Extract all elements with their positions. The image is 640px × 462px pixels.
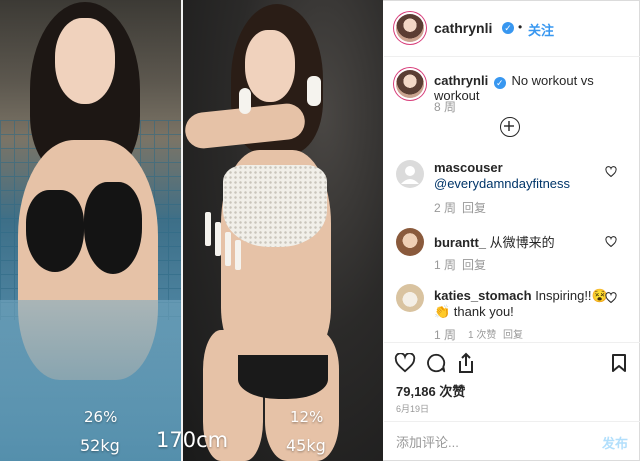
photo-before-panel	[0, 0, 181, 461]
comment-input[interactable]	[394, 432, 588, 452]
comment-time: 1 周	[434, 328, 457, 342]
height-label: 170cm	[156, 428, 229, 452]
fringe-tassel	[205, 212, 211, 246]
fringe-tassel	[215, 222, 221, 256]
comment-mention-link[interactable]: @everydamndayfitness	[434, 176, 570, 191]
like-comment-heart-icon[interactable]	[605, 292, 617, 304]
caption-time: 8 周	[434, 100, 457, 114]
comment-like-count[interactable]: 1 次赞	[468, 326, 496, 341]
after-body-fat-label: 12%	[290, 408, 324, 426]
face-shape	[55, 18, 115, 104]
comment-time: 2 周	[434, 201, 457, 215]
like-comment-heart-icon[interactable]	[605, 166, 617, 178]
reply-button[interactable]: 回复	[503, 326, 523, 341]
comment-body: burantt_ 从微博来的	[434, 232, 555, 251]
header-username[interactable]: cathrynli	[434, 20, 492, 36]
bookmark-icon[interactable]	[611, 353, 627, 373]
photo-after-panel	[183, 0, 383, 461]
caption-username[interactable]: cathrynli	[434, 73, 488, 88]
reply-button[interactable]: 回复	[462, 199, 486, 216]
comment-body: katies_stomach Inspiring!!😵👏 thank you!	[434, 288, 609, 320]
actions-divider	[384, 342, 640, 344]
after-weight-label: 45kg	[286, 436, 326, 455]
share-icon[interactable]	[456, 352, 476, 374]
comment-username[interactable]: burantt_	[434, 235, 486, 250]
caption: cathrynli ✓ No workout vs workout	[434, 73, 634, 103]
post-header: cathrynli ✓ • 关注	[384, 0, 640, 57]
plus-icon	[503, 120, 514, 131]
comment-username[interactable]: katies_stomach	[434, 288, 532, 303]
comment-bubble-icon[interactable]	[425, 352, 447, 374]
separator-dot: •	[518, 20, 523, 34]
reply-button[interactable]: 回复	[462, 256, 486, 273]
likes-count[interactable]: 79,186 次赞	[396, 381, 465, 400]
crochet-top	[223, 165, 327, 247]
fringe-tassel	[225, 232, 231, 266]
fringe-tassel	[235, 240, 241, 270]
earring	[239, 88, 251, 114]
face-shape	[245, 30, 295, 102]
bikini-top-right	[84, 182, 142, 274]
caption-avatar[interactable]	[396, 70, 424, 98]
comment-time: 1 周	[434, 258, 457, 272]
like-heart-icon[interactable]	[394, 353, 416, 373]
post-date: 6月19日	[396, 404, 430, 414]
load-more-comments-button[interactable]	[500, 117, 520, 137]
avatar[interactable]	[396, 14, 424, 42]
before-weight-label: 52kg	[80, 436, 120, 455]
default-avatar-icon[interactable]	[396, 160, 424, 188]
post-photo[interactable]: 26% 52kg 170cm 12% 45kg	[0, 0, 383, 461]
verified-badge-icon: ✓	[502, 22, 514, 34]
like-comment-heart-icon[interactable]	[605, 236, 617, 248]
follow-button[interactable]: 关注	[528, 20, 554, 39]
bikini-top-left	[26, 190, 84, 272]
verified-badge-icon: ✓	[493, 77, 506, 89]
before-body-fat-label: 26%	[84, 408, 118, 426]
comment-username[interactable]: mascouser	[434, 160, 503, 175]
avatar[interactable]	[396, 284, 424, 312]
post-comment-button[interactable]: 发布	[602, 433, 628, 452]
avatar[interactable]	[396, 228, 424, 256]
earring	[307, 76, 321, 106]
bikini-bottom	[238, 355, 328, 399]
comment-text: 从微博来的	[489, 235, 555, 250]
comment-bar: 发布	[384, 421, 640, 462]
